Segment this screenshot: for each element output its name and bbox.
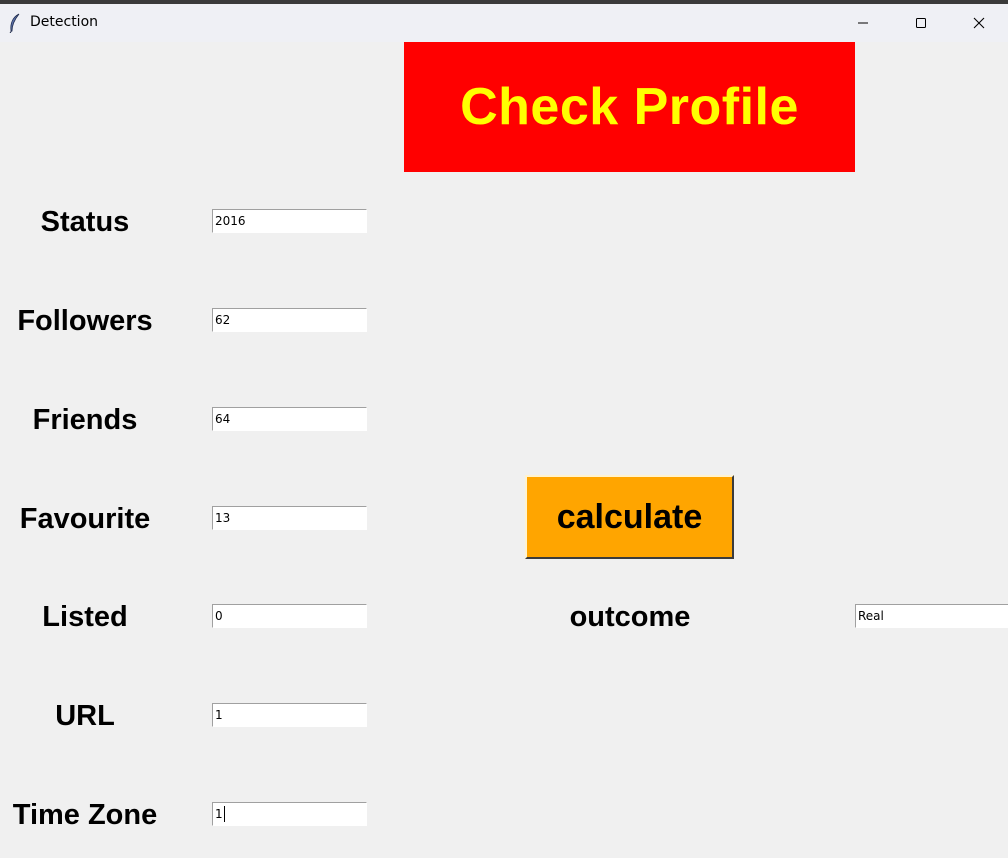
favourite-label: Favourite	[19, 503, 151, 535]
minimize-icon	[857, 14, 869, 33]
favourite-input[interactable]: 13	[212, 506, 367, 530]
detection-window: Detection Check Profile Status 2016 Foll…	[0, 0, 1008, 858]
time-zone-value: 1	[215, 807, 223, 821]
url-label: URL	[55, 700, 115, 732]
listed-label: Listed	[42, 601, 128, 633]
minimize-button[interactable]	[834, 4, 892, 42]
followers-input[interactable]: 62	[212, 308, 367, 332]
window-title: Detection	[30, 14, 99, 30]
listed-input[interactable]: 0	[212, 604, 367, 628]
time-zone-input[interactable]: 1	[212, 802, 367, 826]
status-label: Status	[40, 206, 130, 238]
text-cursor	[223, 806, 225, 822]
url-input[interactable]: 1	[212, 703, 367, 727]
followers-label: Followers	[17, 305, 153, 337]
friends-input[interactable]: 64	[212, 407, 367, 431]
outcome-output[interactable]: Real	[855, 604, 1008, 628]
outcome-label: outcome	[569, 601, 691, 633]
calculate-button[interactable]: calculate	[525, 475, 734, 559]
time-zone-label: Time Zone	[12, 799, 158, 831]
feather-icon	[7, 13, 23, 34]
friends-label: Friends	[32, 404, 138, 436]
maximize-icon	[915, 14, 927, 33]
status-input[interactable]: 2016	[212, 209, 367, 233]
check-profile-banner: Check Profile	[404, 42, 855, 172]
title-bar[interactable]: Detection	[0, 4, 1008, 42]
close-icon	[973, 14, 985, 33]
close-button[interactable]	[950, 4, 1008, 42]
banner-title: Check Profile	[460, 78, 799, 136]
maximize-button[interactable]	[892, 4, 950, 42]
